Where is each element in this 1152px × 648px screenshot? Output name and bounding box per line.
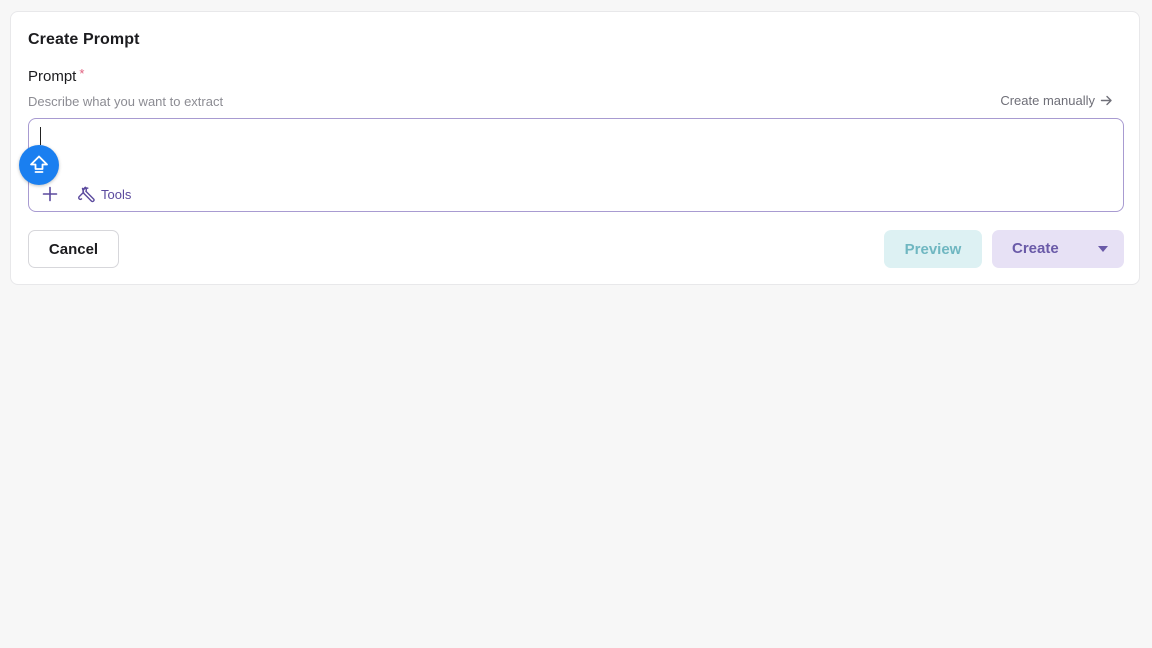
wrench-icon xyxy=(78,186,95,203)
caret-down-icon xyxy=(1098,246,1108,252)
page-title: Create Prompt xyxy=(28,31,140,48)
tools-label: Tools xyxy=(101,186,132,202)
required-marker: * xyxy=(79,66,85,81)
tools-button[interactable]: Tools xyxy=(77,183,131,205)
add-attachment-button[interactable] xyxy=(39,183,61,205)
create-prompt-card: Create Prompt Prompt * Describe what you … xyxy=(10,11,1140,285)
create-dropdown-toggle[interactable] xyxy=(1082,230,1124,268)
upload-badge[interactable] xyxy=(19,145,59,185)
prompt-field-label: Prompt * xyxy=(28,66,85,85)
cancel-button[interactable]: Cancel xyxy=(28,230,119,268)
create-label: Create xyxy=(1012,240,1059,257)
prompt-helper-text: Describe what you want to extract xyxy=(28,94,224,109)
create-button[interactable]: Create xyxy=(992,230,1124,268)
prompt-textarea[interactable]: Tools xyxy=(28,118,1124,212)
arrow-right-icon xyxy=(1100,95,1112,106)
preview-button[interactable]: Preview xyxy=(884,230,982,268)
create-manually-label: Create manually xyxy=(1000,93,1095,108)
upload-arrow-icon xyxy=(30,155,48,173)
prompt-input[interactable] xyxy=(39,125,1109,151)
prompt-label-text: Prompt xyxy=(28,68,77,85)
create-manually-link[interactable]: Create manually xyxy=(1000,93,1113,108)
text-cursor xyxy=(40,127,41,145)
plus-icon xyxy=(42,186,58,202)
